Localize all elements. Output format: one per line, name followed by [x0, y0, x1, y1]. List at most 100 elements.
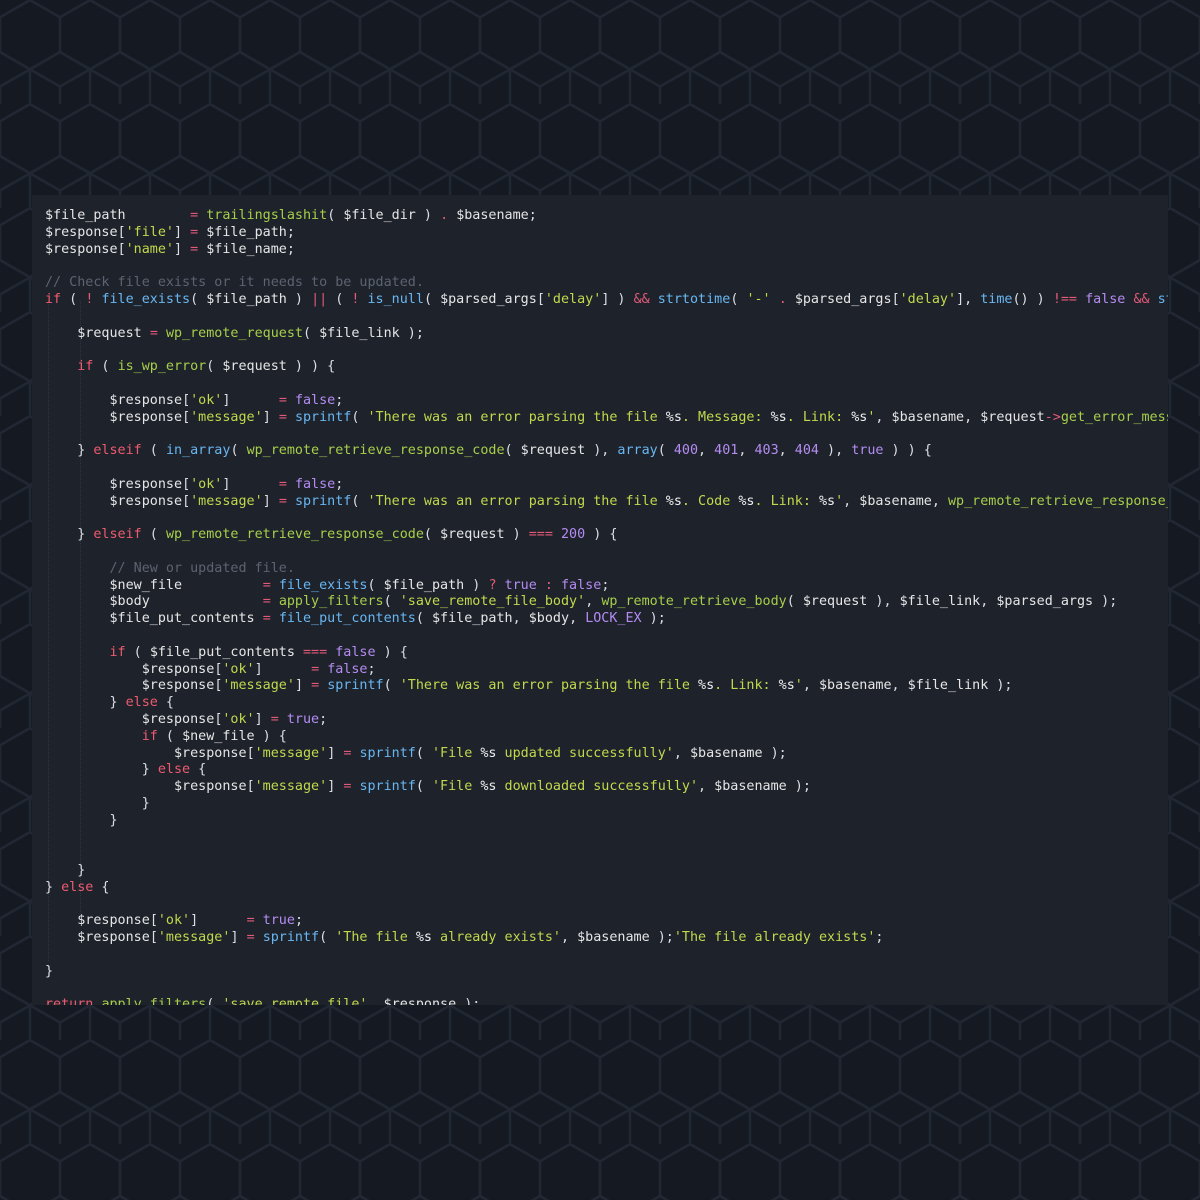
code-token: wp_remote_retrieve_body — [601, 594, 787, 610]
code-token: ( — [157, 728, 183, 744]
code-token: ] — [190, 913, 247, 929]
code-line: $file_path = trailingslashit( $file_dir … — [45, 208, 1168, 225]
code-token: ; — [335, 392, 344, 408]
code-token: ); — [641, 611, 666, 627]
code-token: ) — [464, 577, 489, 593]
code-token: $body — [528, 611, 570, 627]
code-token: = — [190, 208, 199, 223]
code-token: true — [504, 577, 537, 593]
code-line: $response['ok'] = false; — [45, 477, 1168, 494]
code-token: $file_path — [206, 224, 287, 240]
code-token: . — [778, 291, 787, 307]
code-token: ( — [423, 527, 441, 543]
code-token: $response — [141, 678, 215, 694]
code-line: $response['ok'] = false; — [45, 393, 1168, 410]
code-editor-panel: $file_path = trailingslashit( $file_dir … — [32, 195, 1168, 1005]
code-token: $basename — [690, 745, 763, 761]
code-token: ; — [319, 711, 328, 727]
code-token: 404 — [794, 443, 819, 459]
code-token: $basename — [456, 208, 529, 223]
code-token: $request — [520, 443, 586, 459]
code-token: = — [149, 325, 158, 341]
code-token: [ — [117, 224, 126, 240]
code-token: 'message' — [222, 678, 295, 694]
code-token: false — [335, 644, 376, 660]
code-token: ( — [423, 291, 441, 307]
code-token: , — [561, 930, 578, 946]
code-token: 'File — [432, 779, 481, 795]
code-token: sprintf — [262, 930, 320, 946]
code-token: ; — [286, 241, 295, 257]
code-line: } elseif ( in_array( wp_remote_retrieve_… — [45, 443, 1168, 460]
code-token: false — [294, 476, 336, 492]
code-token: ? — [488, 577, 497, 593]
code-token: = — [278, 476, 287, 492]
code-token: 200 — [560, 527, 586, 543]
code-token: ( — [319, 930, 336, 946]
code-token: $file_path — [45, 208, 126, 223]
code-token: LOCK_EX — [585, 611, 642, 627]
code-token: ) ) { — [286, 359, 336, 375]
code-token: 'ok' — [190, 392, 223, 408]
code-token: strtotime — [657, 291, 731, 307]
code-token: $file_path — [206, 291, 287, 307]
code-token: 'name' — [125, 241, 174, 257]
code-token: 403 — [754, 443, 779, 459]
code-token: $request — [222, 359, 287, 375]
code-token: . Link: — [714, 678, 779, 694]
code-token: 'message' — [157, 930, 231, 946]
code-token: ) { — [375, 644, 408, 660]
code-token: $file_link — [319, 325, 400, 341]
code-token: $response — [77, 913, 150, 929]
code-token: updated successfully' — [496, 745, 674, 761]
code-token: ] — [222, 476, 279, 492]
code-token: { — [157, 695, 174, 711]
code-token: = — [278, 392, 287, 408]
code-token: apply_filters — [101, 997, 207, 1005]
code-token: [ — [246, 745, 255, 761]
code-token: %s — [698, 678, 715, 694]
code-token: ( — [504, 443, 521, 459]
code-token: get_error_messa — [1060, 409, 1168, 425]
code-token: ) — [415, 208, 441, 223]
code-token: = — [190, 224, 199, 240]
code-token: $parsed_args — [996, 594, 1094, 610]
code-token: 'There was an error parsing the file — [367, 493, 666, 509]
code-token: 'There was an error parsing the file — [399, 678, 699, 694]
code-token: $request — [802, 594, 868, 610]
code-line: // Check file exists or it needs to be u… — [45, 275, 1168, 292]
code-token: , — [980, 594, 997, 610]
code-token: '-' — [746, 291, 771, 307]
code-token: return — [45, 997, 94, 1005]
code-token: 'ok' — [157, 913, 191, 929]
code-token: ) { — [585, 527, 618, 543]
code-token: $file_put_contents — [109, 611, 255, 627]
code-token: 'ok' — [222, 711, 255, 727]
code-token: = — [311, 678, 320, 694]
code-token: ( — [303, 325, 320, 341]
code-token: ); — [456, 997, 481, 1005]
code-token: ); — [399, 325, 424, 341]
code-token: !== — [1052, 291, 1077, 307]
code-token: $basename — [714, 779, 787, 795]
code-token: } — [45, 443, 94, 459]
code-line: return apply_filters( 'save_remote_file'… — [45, 997, 1168, 1005]
code-token: ( — [657, 443, 674, 459]
code-token: ( — [383, 678, 400, 694]
